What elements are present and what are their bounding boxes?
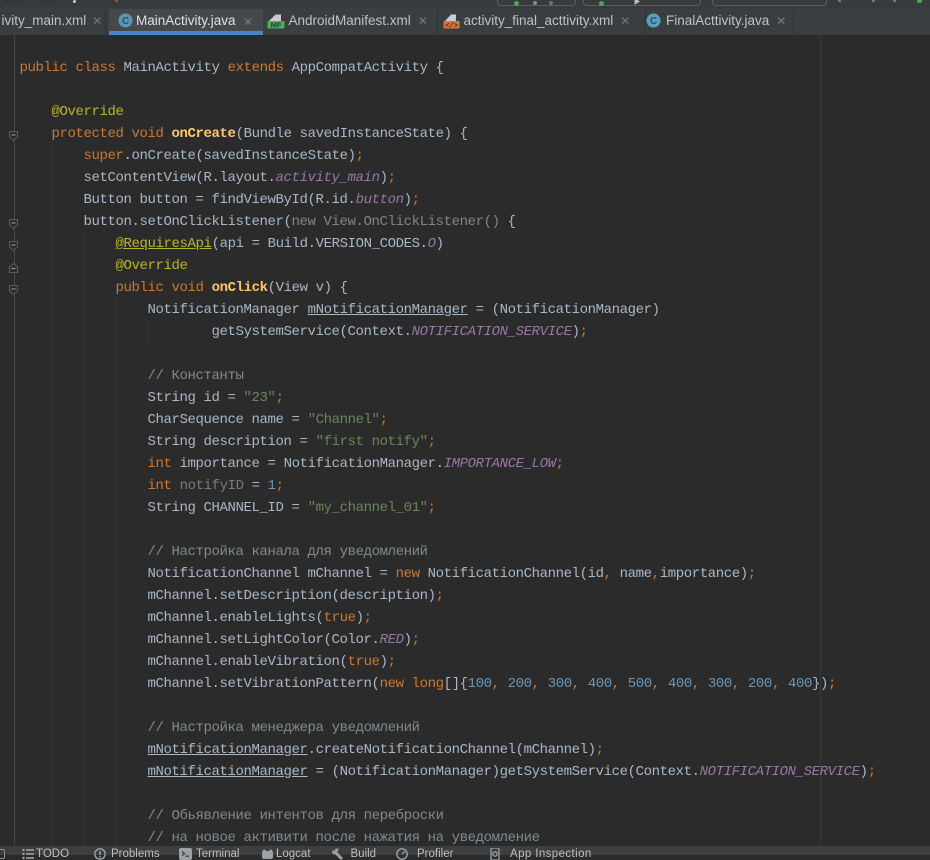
svg-text:C: C: [122, 16, 129, 27]
svg-text:MF: MF: [271, 21, 282, 29]
svg-text:</>: </>: [445, 22, 458, 29]
svg-text:C: C: [650, 16, 657, 27]
